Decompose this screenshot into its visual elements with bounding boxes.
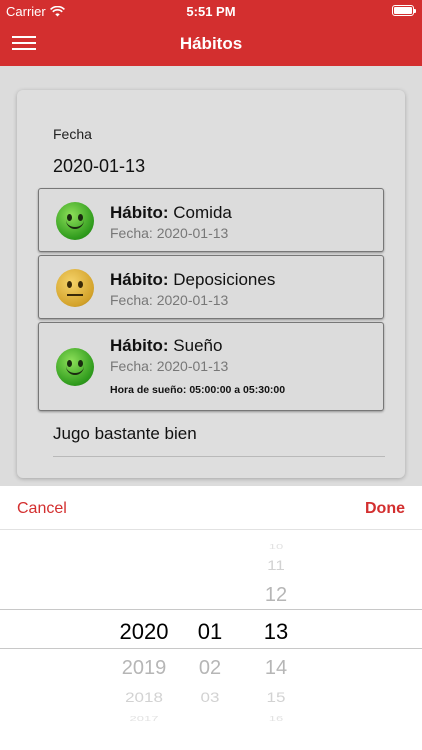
nav-bar: Hábitos	[0, 22, 422, 66]
cancel-button[interactable]: Cancel	[17, 500, 67, 518]
selection-indicator-bottom	[0, 648, 422, 649]
day-option[interactable]: 10	[246, 542, 306, 550]
day-option[interactable]: 11	[246, 558, 306, 574]
day-option[interactable]: 16	[246, 714, 306, 722]
happy-face-icon	[56, 202, 94, 240]
battery-icon	[392, 5, 416, 16]
date-label: Fecha	[53, 126, 92, 142]
sleep-time-range: Hora de sueño: 05:00:00 a 05:30:00	[110, 384, 286, 396]
selection-indicator-top	[0, 609, 422, 610]
content-area: Fecha 2020-01-13 Hábito: Comida Fecha: 2…	[0, 66, 422, 486]
month-option[interactable]: 03	[180, 690, 240, 706]
neutral-face-icon	[56, 269, 94, 307]
month-selected[interactable]: 01	[180, 619, 240, 645]
habit-date: Fecha: 2020-01-13	[110, 225, 229, 241]
status-bar: Carrier 5:51 PM	[0, 0, 422, 22]
day-option[interactable]: 14	[246, 657, 306, 680]
habit-date: Fecha: 2020-01-13	[110, 292, 229, 308]
date-field[interactable]: 2020-01-13	[53, 156, 145, 177]
habit-card-comida[interactable]: Hábito: Comida Fecha: 2020-01-13	[38, 188, 384, 252]
done-button[interactable]: Done	[365, 500, 405, 518]
habit-title: Hábito: Deposiciones	[110, 270, 275, 290]
day-option[interactable]: 15	[246, 690, 306, 706]
habit-name: Comida	[173, 203, 232, 222]
habit-card-sueno[interactable]: Hábito: Sueño Fecha: 2020-01-13 Hora de …	[38, 322, 384, 411]
clock: 5:51 PM	[186, 4, 236, 19]
habit-title-label: Hábito:	[110, 203, 169, 222]
habit-date: Fecha: 2020-01-13	[110, 358, 229, 374]
month-option[interactable]: 02	[180, 657, 240, 680]
year-selected[interactable]: 2020	[104, 619, 184, 645]
habit-name: Sueño	[173, 336, 223, 355]
day-selected[interactable]: 13	[246, 619, 306, 645]
habit-title-label: Hábito:	[110, 270, 169, 289]
habit-title: Hábito: Sueño	[110, 336, 222, 356]
picker-toolbar: Cancel Done	[0, 486, 422, 530]
note-field[interactable]: Jugo bastante bien	[53, 424, 197, 444]
habit-title: Hábito: Comida	[110, 203, 232, 223]
year-option[interactable]: 2017	[104, 714, 184, 722]
day-option[interactable]: 12	[246, 584, 306, 607]
habit-card-deposiciones[interactable]: Hábito: Deposiciones Fecha: 2020-01-13	[38, 255, 384, 319]
habit-title-label: Hábito:	[110, 336, 169, 355]
habit-name: Deposiciones	[173, 270, 276, 289]
note-underline	[53, 456, 385, 457]
date-picker[interactable]: Cancel Done 2020 2019 2018 2017 01 02 03…	[0, 486, 422, 750]
happy-face-icon	[56, 348, 94, 386]
habit-form-card: Fecha 2020-01-13 Hábito: Comida Fecha: 2…	[17, 90, 405, 478]
year-option[interactable]: 2018	[104, 690, 184, 706]
year-option[interactable]: 2019	[104, 657, 184, 680]
page-title: Hábitos	[179, 34, 243, 53]
